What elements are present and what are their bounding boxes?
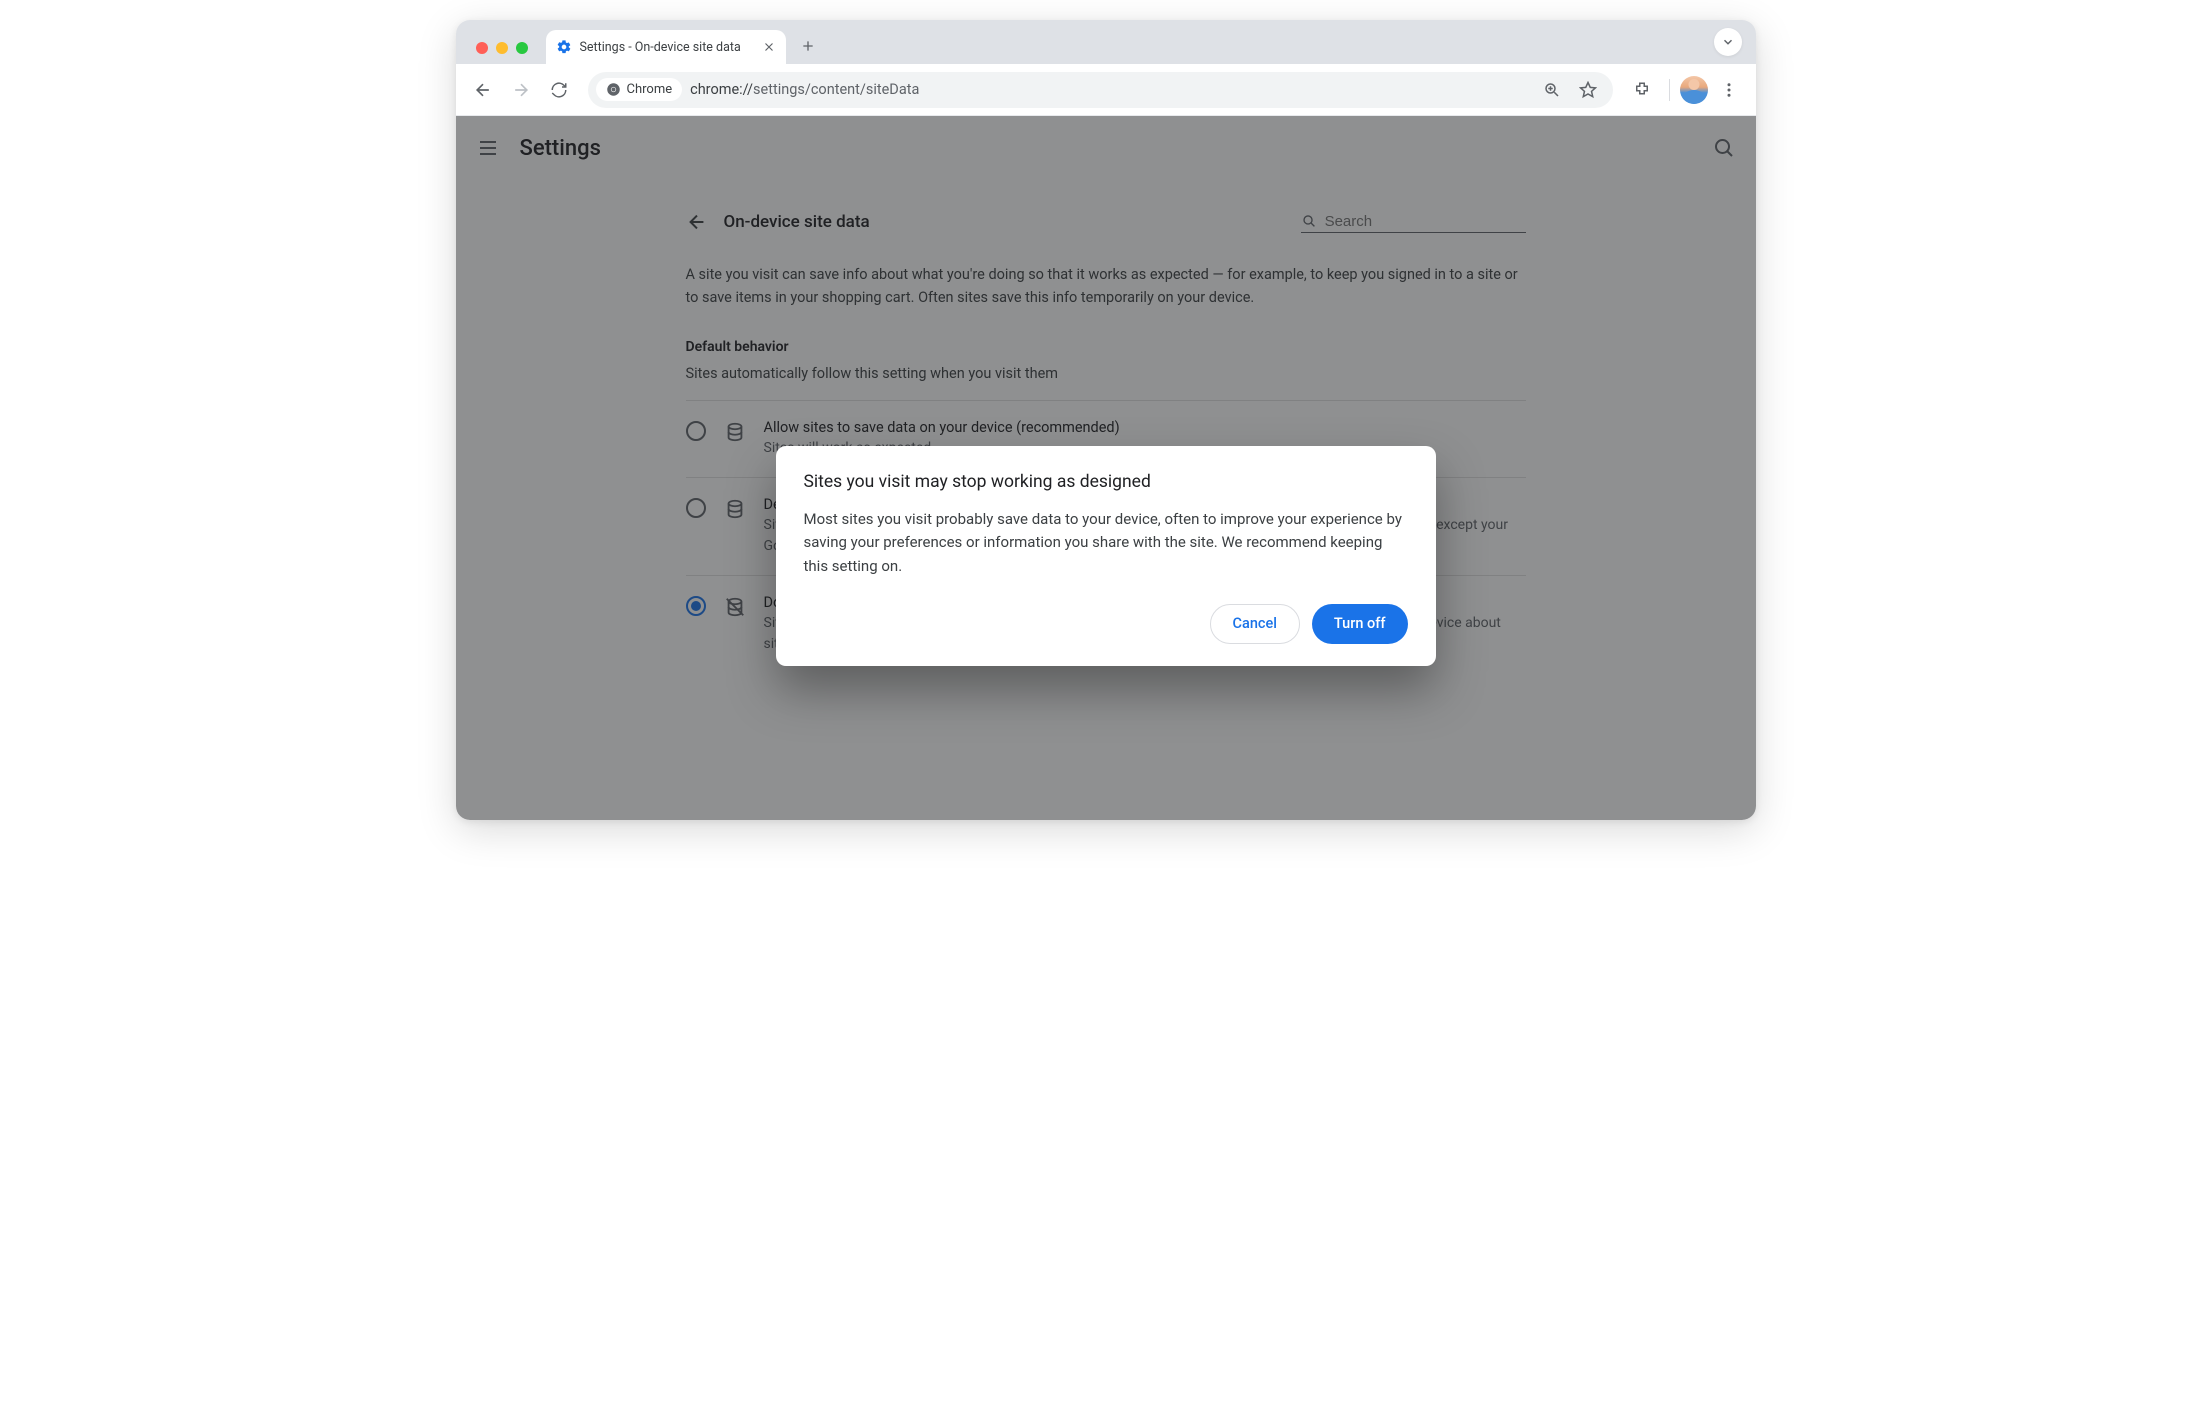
back-button[interactable] <box>466 73 500 107</box>
new-tab-button[interactable] <box>794 32 822 60</box>
site-chip[interactable]: Chrome <box>596 78 683 101</box>
tab-search-button[interactable] <box>1714 28 1742 56</box>
zoom-icon[interactable] <box>1535 73 1569 107</box>
url-text: chrome://settings/content/siteData <box>690 81 1526 98</box>
settings-gear-icon <box>556 39 572 55</box>
browser-toolbar: Chrome chrome://settings/content/siteDat… <box>456 64 1756 116</box>
maximize-window-button[interactable] <box>516 42 528 54</box>
chrome-menu-icon[interactable] <box>1712 73 1746 107</box>
tab-strip: Settings - On-device site data <box>456 20 1756 64</box>
close-tab-icon[interactable] <box>762 40 776 54</box>
extensions-icon[interactable] <box>1625 73 1659 107</box>
bookmark-star-icon[interactable] <box>1571 73 1605 107</box>
chrome-icon <box>606 82 621 97</box>
confirm-dialog: Sites you visit may stop working as desi… <box>776 446 1436 666</box>
minimize-window-button[interactable] <box>496 42 508 54</box>
reload-button[interactable] <box>542 73 576 107</box>
browser-tab[interactable]: Settings - On-device site data <box>546 30 786 64</box>
profile-avatar[interactable] <box>1680 76 1708 104</box>
turn-off-button[interactable]: Turn off <box>1312 604 1408 644</box>
toolbar-divider <box>1669 79 1670 101</box>
window-controls <box>468 42 536 64</box>
dialog-title: Sites you visit may stop working as desi… <box>804 472 1408 492</box>
close-window-button[interactable] <box>476 42 488 54</box>
content-area: Settings On-device site data A site you <box>456 116 1756 820</box>
address-bar[interactable]: Chrome chrome://settings/content/siteDat… <box>588 72 1613 108</box>
cancel-button[interactable]: Cancel <box>1210 604 1300 644</box>
dialog-body: Most sites you visit probably save data … <box>804 508 1408 578</box>
forward-button[interactable] <box>504 73 538 107</box>
site-chip-label: Chrome <box>627 82 673 97</box>
tab-title: Settings - On-device site data <box>580 40 754 55</box>
browser-window: Settings - On-device site data Chrome <box>456 20 1756 820</box>
